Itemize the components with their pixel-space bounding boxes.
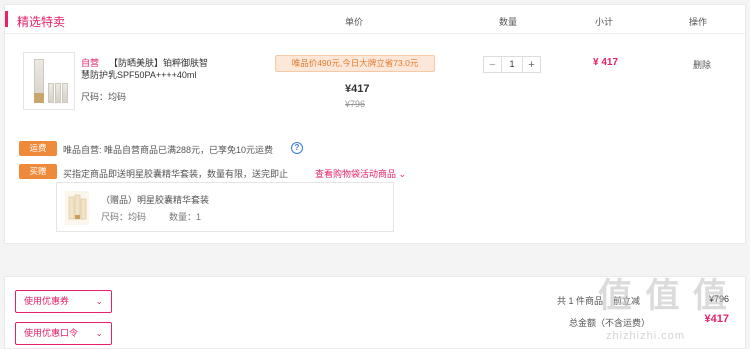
cart-header: 精选特卖 单价 数量 小计 操作 (5, 5, 745, 34)
item-subtotal: ¥ 417 (593, 57, 619, 68)
gift-item: （赠品）明星胶囊精华套装 尺码：均码 数量：1 (56, 182, 394, 232)
delete-button[interactable]: 删除 (693, 58, 711, 71)
qty-minus-button[interactable]: − (484, 57, 502, 72)
grand-total: ¥417 (704, 313, 729, 325)
gift-image (65, 191, 89, 225)
gift-size: 尺码：均码 (101, 212, 147, 222)
product-bottle-cap (34, 93, 44, 103)
checkout-footer: 使用优惠券 ⌄ 使用优惠口令 ⌄ 共 1 件商品 前立减 ¥796 总金额（不含… (4, 276, 746, 349)
discount-label: 前立减 (613, 296, 641, 306)
product-mini-3 (62, 83, 68, 103)
use-coupon-label: 使用优惠券 (24, 296, 70, 306)
shipping-tag: 运费 (19, 141, 57, 156)
gift-text: 买指定商品即送明星胶囊精华套装，数量有限，送完即止 (63, 169, 289, 179)
col-header-qty: 数量 (499, 17, 518, 27)
gift-tag: 买赠 (19, 164, 57, 179)
help-icon[interactable]: ? (291, 142, 303, 154)
col-header-price: 单价 (345, 17, 364, 27)
product-name-line2[interactable]: 慧防护乳SPF50PA++++40ml (81, 68, 196, 81)
qty-plus-button[interactable]: + (522, 57, 540, 72)
pre-discount-value: ¥796 (709, 294, 730, 304)
view-promo-items-link[interactable]: 查看购物袋活动商品 ⌄ (315, 167, 406, 180)
use-coupon-button[interactable]: 使用优惠券 ⌄ (15, 290, 112, 313)
chevron-down-icon: ⌄ (95, 296, 103, 306)
col-header-subtotal: 小计 (595, 17, 614, 27)
quantity-stepper: − 1 + (483, 56, 541, 73)
unit-price: ¥417 (345, 83, 370, 95)
product-mini-2 (55, 83, 61, 103)
use-coupon-code-button[interactable]: 使用优惠口令 ⌄ (15, 322, 112, 345)
product-mini-1 (48, 83, 54, 103)
gift-qty: 数量：1 (169, 212, 202, 222)
accent-bar (5, 11, 8, 27)
use-coupon-code-label: 使用优惠口令 (24, 328, 79, 338)
product-image[interactable] (23, 52, 75, 110)
qty-input[interactable]: 1 (502, 57, 522, 72)
col-header-action: 操作 (689, 17, 708, 27)
total-label: 总金额（不含运费） (569, 318, 651, 328)
promo-badge: 唯品价490元,今日大牌立省73.0元 (275, 55, 435, 72)
shipping-text: 唯品自营: 唯品自营商品已满288元，已享免10元运费 (63, 145, 274, 155)
product-size: 尺码：均码 (81, 92, 127, 102)
item-count: 共 1 件商品 (557, 296, 604, 306)
store-title: 精选特卖 (17, 15, 66, 29)
chevron-down-icon: ⌄ (95, 328, 103, 338)
original-price: ¥796 (345, 99, 366, 109)
gift-name: （赠品）明星胶囊精华套装 (101, 195, 210, 205)
